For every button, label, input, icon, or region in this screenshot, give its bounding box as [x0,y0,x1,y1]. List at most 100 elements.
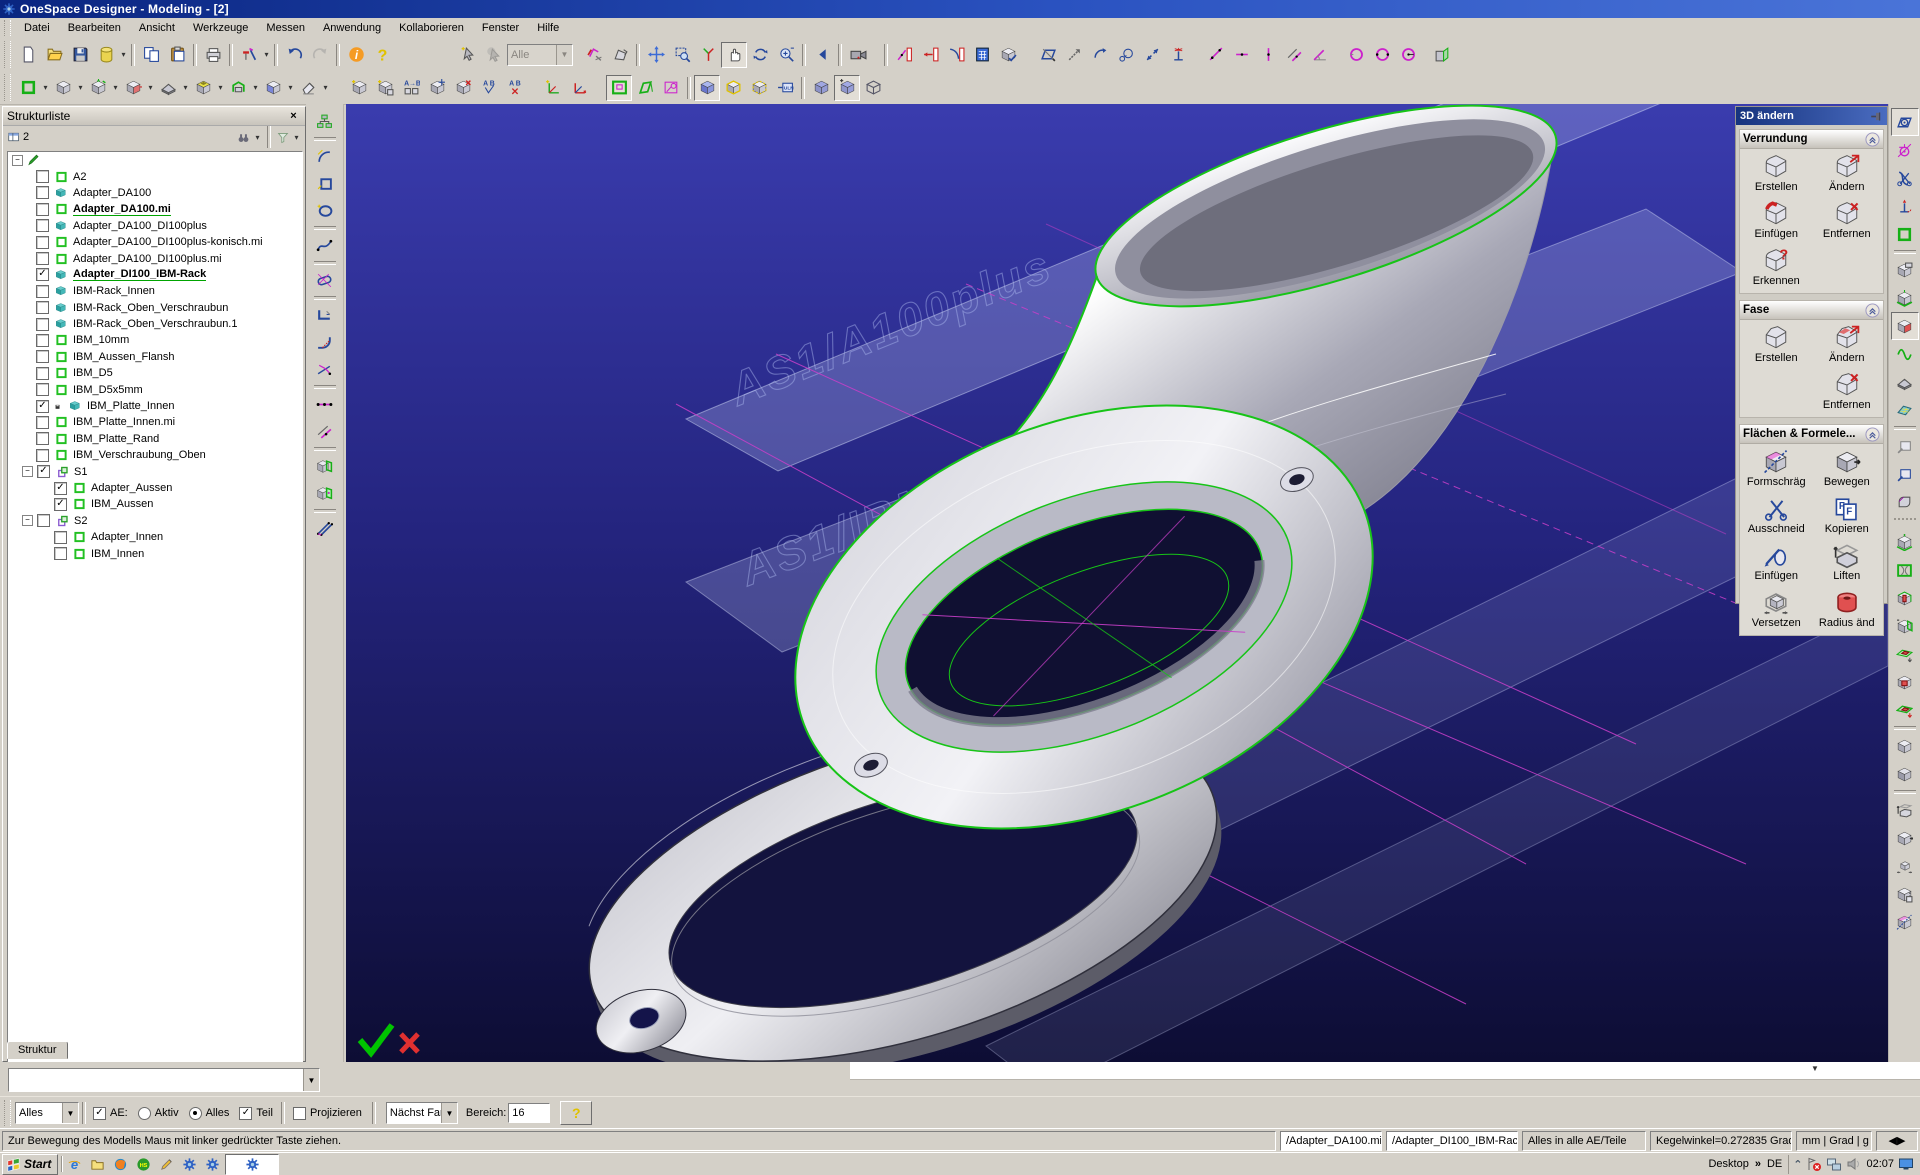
blend-corner-button[interactable] [1891,488,1919,516]
dropdown-arrow-icon[interactable]: ▾ [216,83,225,92]
pan-view-button[interactable] [643,42,669,68]
palette-button-ändern[interactable]: Ändern [1812,323,1883,366]
bool-door-button[interactable] [1891,612,1919,640]
surface-analysis-button[interactable] [1891,396,1919,424]
modify-part-tool-button[interactable] [260,75,286,101]
quicklaunch-onespace-designer-icon[interactable] [180,1155,199,1174]
move-face-button[interactable] [1891,824,1919,852]
tree-item-checkbox[interactable] [54,547,67,560]
zoom-face-button[interactable] [1891,432,1919,460]
redo-button[interactable] [307,42,333,68]
desktop-toolbar-label[interactable]: Desktop [1708,1158,1748,1170]
dimension-sketch-button[interactable] [1165,42,1191,68]
bool-intersect-button[interactable] [1891,668,1919,696]
hidden-line-mode-button[interactable] [746,75,772,101]
menu-hilfe[interactable]: Hilfe [528,20,568,36]
relate-a-b-button[interactable]: A B [476,75,502,101]
tree-item[interactable]: IBM_Aussen_Flansh [8,349,302,365]
palette-section-header[interactable]: Fase [1740,301,1883,320]
show-viewport-button[interactable] [606,75,632,101]
tree-item-checkbox[interactable] [36,318,49,331]
quicklaunch-file-explorer-icon[interactable] [88,1155,107,1174]
palette-button-einfügen[interactable]: Einfügen [1741,541,1812,584]
quicklaunch-onespace-modeling-icon[interactable] [203,1155,222,1174]
rotate-sketch-button[interactable] [1087,42,1113,68]
tree-item-checkbox[interactable] [36,252,49,265]
freeform-surface-button[interactable] [1891,340,1919,368]
palette-button-erstellen[interactable]: Erstellen [1741,323,1812,366]
catch-magnet-button[interactable] [581,42,607,68]
position-part-button[interactable] [424,75,450,101]
tree-item-checkbox[interactable] [36,301,49,314]
tree-item-checkbox[interactable] [36,236,49,249]
measure-length-button[interactable] [917,42,943,68]
options-grip[interactable] [4,1100,11,1126]
previous-view-button[interactable] [809,42,835,68]
palette-button-formschräg[interactable]: Formschräg [1741,447,1812,490]
dropdown-arrow-icon[interactable]: ▾ [146,83,155,92]
show-sketch-button[interactable] [658,75,684,101]
clamp-tool-button[interactable] [225,75,251,101]
taper-face-button[interactable] [1891,908,1919,936]
transparent-active-mode-button[interactable] [834,75,860,101]
uln-mode-button[interactable]: ULN [772,75,798,101]
tree-item-checkbox[interactable] [36,219,49,232]
tree-item-checkbox[interactable]: ✓ [54,482,67,495]
structure-panel-titlebar[interactable]: Strukturliste × [3,107,305,126]
filter-combo-arrow-icon[interactable]: ▼ [62,1103,78,1123]
offset-face-button[interactable] [1891,852,1919,880]
view-axes-button[interactable] [695,42,721,68]
hatch-tool-button[interactable] [311,515,339,542]
unlink-part-button[interactable] [450,75,476,101]
lift-on-plane-button[interactable] [1891,528,1919,556]
workplane-tool-button[interactable] [85,75,111,101]
project-from-workplane-button[interactable] [311,480,339,507]
zoom-selection-button[interactable] [1891,460,1919,488]
palette-button-erkennen[interactable]: ?Erkennen [1741,246,1812,289]
palette-section-header[interactable]: Verrundung [1740,130,1883,149]
sketch-constraints-button[interactable] [1891,136,1919,164]
search-dropdown-icon[interactable]: ▾ [253,133,262,142]
parallel-line-button[interactable] [311,418,339,445]
quicklaunch-hs-app-icon[interactable]: HS [134,1155,153,1174]
rotate-circle-button[interactable] [1113,42,1139,68]
solid-b-button[interactable] [1891,760,1919,788]
selection-scope-combo[interactable]: Alle▼ [507,44,573,66]
teil-checkbox[interactable]: ✓ [239,1107,252,1120]
tree-item-checkbox[interactable]: ✓ [36,400,49,413]
tree-item[interactable]: Adapter_DA100 [8,185,302,201]
volume-icon[interactable] [1846,1156,1862,1172]
copy-button[interactable] [138,42,164,68]
menu-datei[interactable]: Datei [15,20,59,36]
bool-union-button[interactable] [1891,696,1919,724]
dropdown-arrow-icon[interactable]: ▾ [76,83,85,92]
solid-a-button[interactable] [1891,732,1919,760]
copy-a-to-b-button[interactable]: A→B [398,75,424,101]
copy-solid-button[interactable] [1891,880,1919,908]
tree-item[interactable]: IBM_D5x5mm [8,381,302,397]
measure-arc-button[interactable] [943,42,969,68]
dynamic-view-button[interactable] [721,42,747,68]
tree-item-checkbox[interactable] [36,367,49,380]
structure-browser-button[interactable] [311,108,339,135]
palette-button-liften[interactable]: Liften [1812,541,1883,584]
twist-solid-button[interactable] [1891,556,1919,584]
scale-sketch-button[interactable] [1139,42,1165,68]
tree-root-row[interactable]: − [8,152,302,168]
select-previous-button[interactable] [481,42,507,68]
tree-item[interactable]: Adapter_DA100.mi [8,201,302,217]
tab-struktur[interactable]: Struktur [7,1041,68,1059]
tree-item[interactable]: IBM-Rack_Innen [8,283,302,299]
palette-titlebar[interactable]: 3D ändern [1736,107,1887,125]
palette-button-einfügen[interactable]: Einfügen [1741,199,1812,242]
menu-fenster[interactable]: Fenster [473,20,528,36]
slot-profile-button[interactable] [311,267,339,294]
extrude-profile-button[interactable] [1429,42,1455,68]
toolbar2-grip[interactable] [4,74,11,100]
search-binocular-icon[interactable] [236,131,251,144]
tree-item[interactable]: IBM_Platte_Rand [8,431,302,447]
start-button[interactable]: Start [2,1154,58,1175]
quicklaunch-firefox-icon[interactable] [111,1155,130,1174]
quicklaunch-internet-explorer-icon[interactable]: e [65,1155,84,1174]
delete-tool-button[interactable] [295,75,321,101]
